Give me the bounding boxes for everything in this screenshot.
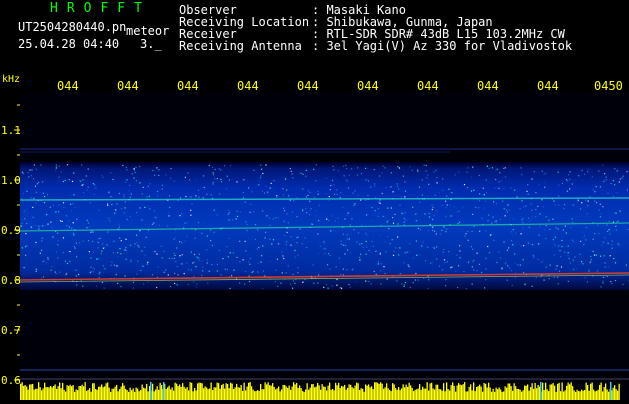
time-tick-label: 0450 xyxy=(594,79,623,93)
time-tick-label: 044 xyxy=(177,79,199,93)
time-tick-label: 044 xyxy=(477,79,499,93)
time-tick-label: 044 xyxy=(357,79,379,93)
freq-tick-label: 0.8 xyxy=(1,274,21,287)
time-tick-label: 044 xyxy=(57,79,79,93)
file-tag: meteor xyxy=(126,24,169,38)
date-time: 25.04.28 04:40 xyxy=(18,37,119,51)
info-label: Receiving Antenna xyxy=(179,40,312,52)
time-tick-label: 044 xyxy=(237,79,259,93)
time-tick-label: 044 xyxy=(417,79,439,93)
freq-tick-label: 1.0 xyxy=(1,174,21,187)
time-tick-label: 044 xyxy=(537,79,559,93)
app-title: HROFFT xyxy=(50,1,151,16)
frequency-axis xyxy=(0,92,20,392)
time-tick-label: 044 xyxy=(117,79,139,93)
info-value: : 3el Yagi(V) Az 330 for Vladivostok xyxy=(312,39,572,53)
freq-tick-label: 0.6 xyxy=(1,374,21,387)
unit-label: kHz xyxy=(2,74,20,85)
freq-tick-label: 1.1 xyxy=(1,124,21,137)
noise-band xyxy=(20,162,629,290)
file-name: UT2504280440.pn xyxy=(18,20,126,34)
count-value: 3._ xyxy=(140,37,162,51)
freq-tick-label: 0.9 xyxy=(1,224,21,237)
freq-tick-label: 0.7 xyxy=(1,324,21,337)
frequency-tick-marks xyxy=(0,92,20,392)
header-panel: HROFFT UT2504280440.pn meteor 25.04.28 0… xyxy=(0,0,629,70)
time-tick-label: 044 xyxy=(297,79,319,93)
info-row-antenna: Receiving Antenna: 3el Yagi(V) Az 330 fo… xyxy=(179,40,572,52)
spectrogram-svg xyxy=(20,92,629,400)
spectrogram-area xyxy=(20,92,629,400)
